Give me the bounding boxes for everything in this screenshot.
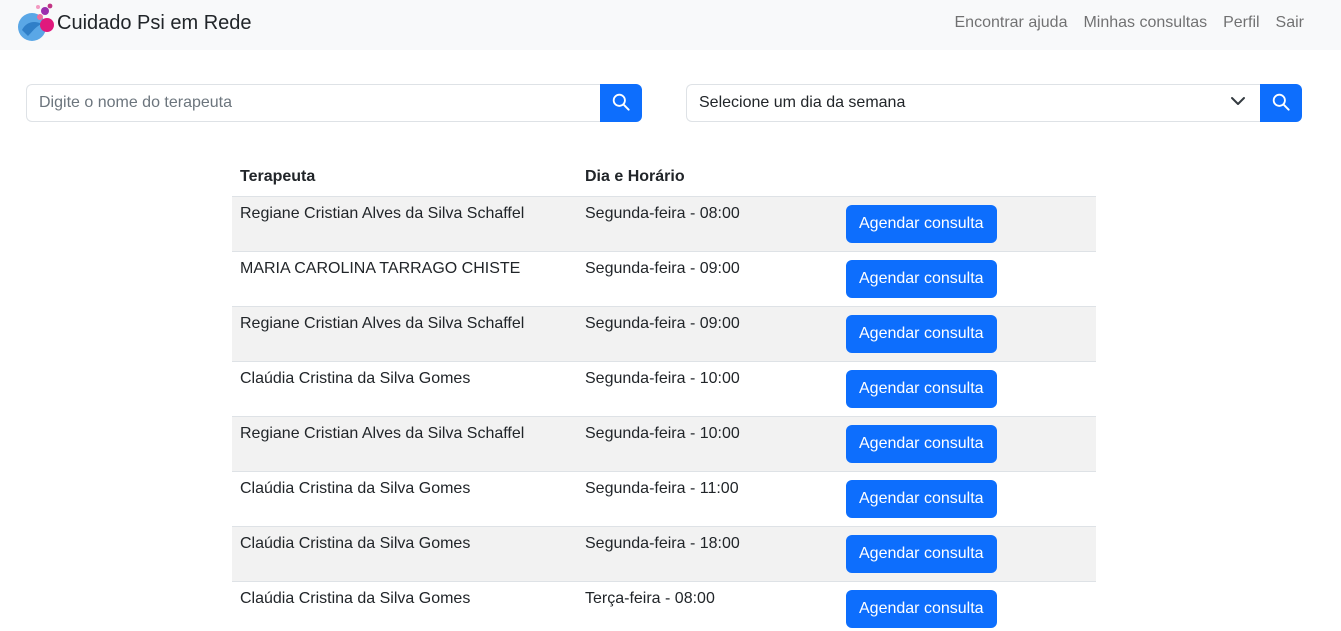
table-row: Claúdia Cristina da Silva Gomes Segunda-… bbox=[232, 470, 1096, 526]
therapist-cell: Claúdia Cristina da Silva Gomes bbox=[232, 580, 577, 631]
therapist-search-group bbox=[26, 84, 642, 122]
nav-links: Encontrar ajuda Minhas consultas Perfil … bbox=[955, 12, 1305, 34]
search-icon bbox=[1272, 93, 1290, 114]
nav-link-perfil[interactable]: Perfil bbox=[1223, 12, 1259, 34]
table-row: Regiane Cristian Alves da Silva Schaffel… bbox=[232, 415, 1096, 471]
header-terapeuta: Terapeuta bbox=[232, 158, 577, 197]
brand-logo-icon bbox=[16, 2, 58, 44]
table-header-row: Terapeuta Dia e Horário bbox=[232, 158, 1096, 197]
header-dia-horario: Dia e Horário bbox=[577, 158, 838, 197]
nav-link-encontrar-ajuda[interactable]: Encontrar ajuda bbox=[955, 12, 1068, 34]
table-row: MARIA CAROLINA TARRAGO CHISTE Segunda-fe… bbox=[232, 250, 1096, 306]
slot-cell: Terça-feira - 08:00 bbox=[577, 580, 838, 631]
brand-name: Cuidado Psi em Rede bbox=[57, 11, 252, 34]
agendar-consulta-button[interactable]: Agendar consulta bbox=[846, 534, 997, 573]
therapist-cell: Claúdia Cristina da Silva Gomes bbox=[232, 360, 577, 416]
therapist-cell: Regiane Cristian Alves da Silva Schaffel bbox=[232, 305, 577, 361]
therapist-cell: Regiane Cristian Alves da Silva Schaffel bbox=[232, 195, 577, 251]
day-select-value: Selecione um dia da semana bbox=[699, 94, 906, 111]
therapist-cell: MARIA CAROLINA TARRAGO CHISTE bbox=[232, 250, 577, 306]
header-action bbox=[838, 158, 1096, 196]
action-cell: Agendar consulta bbox=[838, 525, 1096, 581]
slot-cell: Segunda-feira - 08:00 bbox=[577, 195, 838, 251]
agendar-consulta-button[interactable]: Agendar consulta bbox=[846, 259, 997, 298]
search-icon bbox=[612, 93, 630, 114]
therapist-cell: Regiane Cristian Alves da Silva Schaffel bbox=[232, 415, 577, 471]
slot-cell: Segunda-feira - 09:00 bbox=[577, 250, 838, 306]
agendar-consulta-button[interactable]: Agendar consulta bbox=[846, 204, 997, 243]
action-cell: Agendar consulta bbox=[838, 195, 1096, 251]
navbar: Cuidado Psi em Rede Encontrar ajuda Minh… bbox=[0, 0, 1341, 50]
action-cell: Agendar consulta bbox=[838, 305, 1096, 361]
slot-cell: Segunda-feira - 11:00 bbox=[577, 470, 838, 526]
table-row: Claúdia Cristina da Silva Gomes Terça-fe… bbox=[232, 580, 1096, 631]
chevron-down-icon bbox=[1230, 93, 1248, 114]
day-of-week-select[interactable]: Selecione um dia da semana bbox=[686, 84, 1260, 122]
therapist-cell: Claúdia Cristina da Silva Gomes bbox=[232, 470, 577, 526]
therapist-cell: Claúdia Cristina da Silva Gomes bbox=[232, 525, 577, 581]
day-filter-search-button[interactable] bbox=[1260, 84, 1302, 122]
action-cell: Agendar consulta bbox=[838, 415, 1096, 471]
agendar-consulta-button[interactable]: Agendar consulta bbox=[846, 314, 997, 353]
slot-cell: Segunda-feira - 09:00 bbox=[577, 305, 838, 361]
table-row: Claúdia Cristina da Silva Gomes Segunda-… bbox=[232, 525, 1096, 581]
action-cell: Agendar consulta bbox=[838, 580, 1096, 631]
table-row: Claúdia Cristina da Silva Gomes Segunda-… bbox=[232, 360, 1096, 416]
schedule-table: Terapeuta Dia e Horário Regiane Cristian… bbox=[232, 158, 1096, 631]
agendar-consulta-button[interactable]: Agendar consulta bbox=[846, 589, 997, 628]
agendar-consulta-button[interactable]: Agendar consulta bbox=[846, 369, 997, 408]
table-row: Regiane Cristian Alves da Silva Schaffel… bbox=[232, 305, 1096, 361]
agendar-consulta-button[interactable]: Agendar consulta bbox=[846, 479, 997, 518]
therapist-search-button[interactable] bbox=[600, 84, 642, 122]
slot-cell: Segunda-feira - 18:00 bbox=[577, 525, 838, 581]
nav-link-minhas-consultas[interactable]: Minhas consultas bbox=[1083, 12, 1207, 34]
brand-link[interactable]: Cuidado Psi em Rede bbox=[16, 2, 252, 44]
action-cell: Agendar consulta bbox=[838, 470, 1096, 526]
table-row: Regiane Cristian Alves da Silva Schaffel… bbox=[232, 195, 1096, 251]
day-filter-group: Selecione um dia da semana bbox=[686, 84, 1302, 122]
agendar-consulta-button[interactable]: Agendar consulta bbox=[846, 424, 997, 463]
nav-link-sair[interactable]: Sair bbox=[1276, 12, 1304, 34]
action-cell: Agendar consulta bbox=[838, 250, 1096, 306]
action-cell: Agendar consulta bbox=[838, 360, 1096, 416]
slot-cell: Segunda-feira - 10:00 bbox=[577, 415, 838, 471]
slot-cell: Segunda-feira - 10:00 bbox=[577, 360, 838, 416]
therapist-search-input[interactable] bbox=[26, 84, 600, 122]
